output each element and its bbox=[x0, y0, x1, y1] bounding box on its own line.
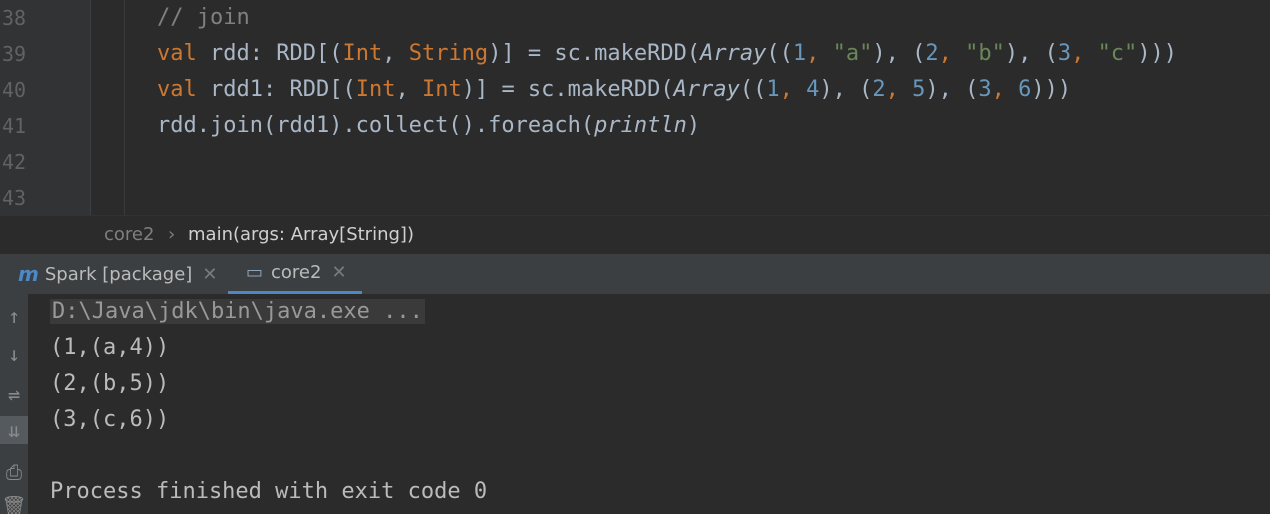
type: Int bbox=[355, 77, 396, 102]
code-text: )] = sc.makeRDD( bbox=[461, 77, 674, 102]
process-finished-text: Process finished with exit code 0 bbox=[50, 479, 488, 504]
line-number: 40 bbox=[2, 78, 27, 102]
trash-icon[interactable]: 🗑 bbox=[0, 492, 28, 514]
arrow-down-icon[interactable]: ↓ bbox=[0, 340, 28, 368]
soft-wrap-icon[interactable]: ⇌ bbox=[0, 380, 28, 408]
code-line-40[interactable]: val rdd1: RDD[(Int, Int)] = sc.makeRDD(A… bbox=[157, 72, 1071, 108]
console-toolbar: ↑ ↓ ⇌ ⇊ ⎙ 🗑 bbox=[0, 294, 28, 514]
run-tabs: m Spark [package] ✕ ▭ core2 ✕ bbox=[0, 254, 1270, 294]
tab-label: core2 bbox=[271, 262, 322, 283]
console-output[interactable]: ↑ ↓ ⇌ ⇊ ⎙ 🗑 D:\Java\jdk\bin\java.exe ...… bbox=[0, 294, 1270, 514]
string: "c" bbox=[1097, 41, 1138, 66]
code-text: , bbox=[395, 77, 422, 102]
tab-label: Spark [package] bbox=[44, 263, 193, 285]
console-icon: ▭ bbox=[246, 262, 264, 283]
code-text: ), ( bbox=[872, 41, 926, 66]
console-command-line: D:\Java\jdk\bin\java.exe ... bbox=[50, 294, 425, 330]
string: "b" bbox=[965, 41, 1005, 66]
code-text: ))) bbox=[1137, 41, 1178, 66]
code-text: ) bbox=[686, 113, 701, 138]
string: "a" bbox=[832, 41, 873, 66]
number: 5 bbox=[912, 77, 926, 102]
comment: // join bbox=[157, 5, 250, 30]
number: 3 bbox=[1057, 41, 1072, 66]
code-line-38[interactable]: // join bbox=[157, 0, 250, 36]
comma: , bbox=[779, 77, 807, 102]
comma: , bbox=[885, 77, 913, 102]
line-number: 38 bbox=[2, 6, 27, 30]
console-line: (3,(c,6)) bbox=[50, 407, 170, 432]
number: 3 bbox=[978, 77, 992, 102]
package-icon: m bbox=[18, 262, 39, 286]
identifier: println bbox=[594, 113, 687, 138]
identifier: Array bbox=[673, 77, 740, 102]
code-text: ), ( bbox=[1004, 41, 1058, 66]
code-text: (( bbox=[766, 41, 793, 66]
tab-spark-package[interactable]: m Spark [package] ✕ bbox=[18, 254, 218, 294]
comma: , bbox=[1071, 41, 1098, 66]
line-number: 43 bbox=[2, 186, 27, 210]
tab-core2[interactable]: ▭ core2 ✕ bbox=[228, 254, 362, 294]
breadcrumb-separator: › bbox=[168, 224, 176, 245]
line-number: 42 bbox=[2, 150, 27, 174]
close-icon[interactable]: ✕ bbox=[202, 264, 217, 285]
comma: , bbox=[938, 41, 966, 66]
number: 6 bbox=[1018, 77, 1032, 102]
console-line: (1,(a,4)) bbox=[50, 335, 170, 360]
code-text: (( bbox=[739, 77, 767, 102]
line-number: 41 bbox=[2, 114, 27, 138]
breadcrumb-method[interactable]: main(args: Array[String]) bbox=[188, 224, 414, 245]
number: 4 bbox=[806, 77, 820, 102]
code-text: )] = sc.makeRDD( bbox=[488, 41, 701, 66]
breadcrumb-object[interactable]: core2 bbox=[104, 224, 154, 245]
close-icon[interactable]: ✕ bbox=[331, 262, 346, 283]
line-gutter: 38 39 40 41 42 43 bbox=[0, 0, 91, 215]
breadcrumb: core2 › main(args: Array[String]) bbox=[0, 215, 1270, 255]
code-line-41[interactable]: rdd.join(rdd1).collect().foreach(println… bbox=[157, 108, 700, 144]
scroll-to-end-icon[interactable]: ⇊ bbox=[0, 416, 28, 444]
print-icon[interactable]: ⎙ bbox=[0, 458, 28, 486]
keyword: val bbox=[157, 77, 197, 102]
number: 2 bbox=[872, 77, 886, 102]
indent-guide bbox=[124, 0, 125, 215]
keyword: val bbox=[157, 41, 197, 66]
code-text: rdd: RDD[( bbox=[196, 41, 343, 66]
command-text: D:\Java\jdk\bin\java.exe ... bbox=[50, 299, 425, 324]
comma: , bbox=[806, 41, 833, 66]
code-editor[interactable]: 38 39 40 41 42 43 // join val rdd: RDD[(… bbox=[0, 0, 1270, 215]
line-number: 39 bbox=[2, 42, 27, 66]
type: Int bbox=[421, 77, 462, 102]
code-line-39[interactable]: val rdd: RDD[(Int, String)] = sc.makeRDD… bbox=[157, 36, 1177, 72]
code-text: , bbox=[382, 41, 409, 66]
number: 1 bbox=[766, 77, 780, 102]
code-text: rdd1: RDD[( bbox=[196, 77, 356, 102]
code-text: ), ( bbox=[925, 77, 979, 102]
comma: , bbox=[991, 77, 1019, 102]
arrow-up-icon[interactable]: ↑ bbox=[0, 302, 28, 330]
identifier: Array bbox=[700, 41, 767, 66]
code-text: ), ( bbox=[819, 77, 873, 102]
console-line: (2,(b,5)) bbox=[50, 371, 170, 396]
type: String bbox=[408, 41, 489, 66]
number: 2 bbox=[925, 41, 939, 66]
code-text: ))) bbox=[1031, 77, 1072, 102]
code-text: rdd.join(rdd1).collect().foreach( bbox=[157, 113, 595, 138]
number: 1 bbox=[792, 41, 807, 66]
type: Int bbox=[342, 41, 383, 66]
